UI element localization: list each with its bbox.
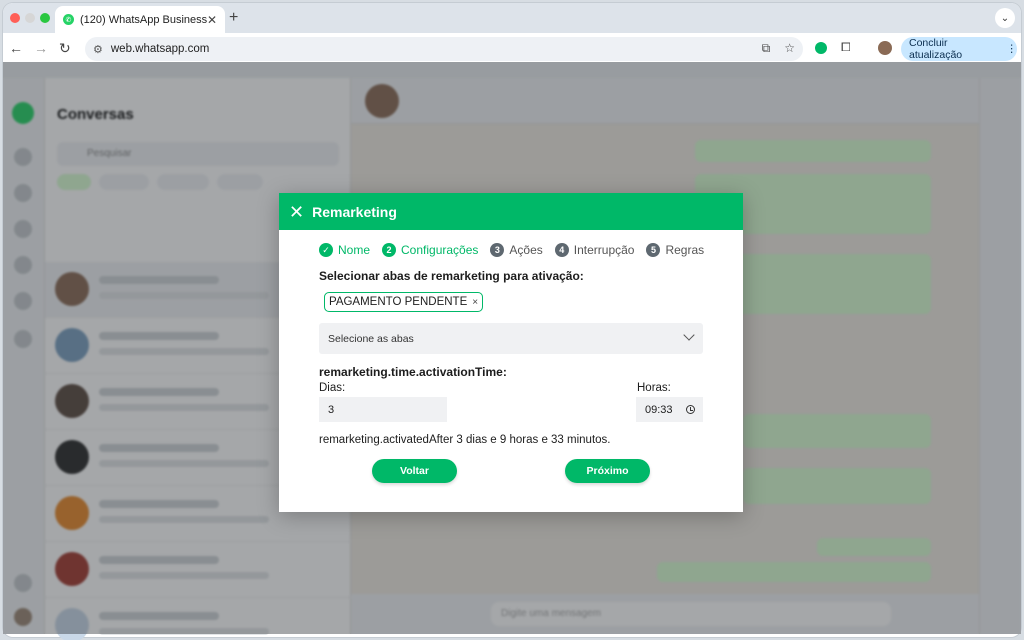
close-icon[interactable]: ✕: [289, 203, 304, 221]
step-nome[interactable]: ✓ Nome: [319, 243, 370, 257]
update-button-label: Concluir atualização: [909, 37, 963, 61]
stepper: ✓ Nome 2 Configurações 3 Ações 4 Interru…: [319, 243, 716, 257]
remove-tag-icon[interactable]: ×: [472, 297, 478, 308]
update-chrome-button[interactable]: Concluir atualização ⋮: [901, 37, 1017, 61]
step-number: 2: [382, 243, 397, 257]
forward-arrow-icon[interactable]: →: [34, 40, 48, 56]
modal-header: ✕ Remarketing: [279, 193, 743, 230]
step-number: 3: [490, 243, 505, 257]
step-label: Nome: [338, 243, 371, 257]
step-acoes[interactable]: 3 Ações: [490, 243, 543, 257]
url-omnibox[interactable]: ⚙ web.whatsapp.com ⧉ ☆: [85, 37, 803, 61]
step-number: 4: [554, 243, 569, 257]
days-input[interactable]: 3: [319, 397, 447, 422]
url-text: web.whatsapp.com: [110, 43, 210, 55]
address-bar-row: ← → ↻ ⚙ web.whatsapp.com ⧉ ☆ ⧠ Concluir …: [3, 33, 1021, 65]
bookmark-star-icon[interactable]: ☆: [784, 41, 795, 56]
extensions-puzzle-icon[interactable]: ⧠: [841, 40, 851, 55]
days-value: 3: [328, 403, 335, 416]
minimize-window-button[interactable]: [25, 13, 35, 23]
reload-icon[interactable]: ↻: [59, 40, 71, 57]
tag-label: PAGAMENTO PENDENTE: [329, 296, 468, 308]
new-tab-icon[interactable]: +: [229, 9, 238, 27]
selected-tab-tag: PAGAMENTO PENDENTE ×: [324, 292, 484, 312]
hours-time-input[interactable]: 09:33: [636, 397, 703, 422]
step-configuracoes[interactable]: 2 Configurações: [382, 243, 478, 257]
tab-search-chevron-icon[interactable]: ⌄: [995, 8, 1015, 28]
days-label: Dias:: [319, 382, 346, 394]
activation-time-label: remarketing.time.activationTime:: [319, 365, 507, 379]
maximize-window-button[interactable]: [40, 13, 50, 23]
select-placeholder: Selecione as abas: [328, 332, 414, 345]
more-menu-icon[interactable]: ⋮: [1007, 43, 1018, 55]
next-button[interactable]: Próximo: [565, 459, 650, 483]
profile-avatar[interactable]: [878, 41, 892, 55]
activation-summary: remarketing.activatedAfter 3 dias e 9 ho…: [319, 434, 611, 446]
browser-tab[interactable]: ✆ (120) WhatsApp Business ✕: [55, 6, 225, 33]
step-number: 5: [646, 243, 661, 257]
check-icon: ✓: [319, 243, 333, 257]
remarketing-modal: ✕ Remarketing ✓ Nome 2 Configurações 3 A…: [279, 193, 743, 512]
whatsapp-favicon-icon: ✆: [63, 14, 74, 25]
back-button[interactable]: Voltar: [372, 459, 457, 483]
tab-title: (120) WhatsApp Business: [80, 13, 207, 26]
chevron-down-icon: [683, 329, 695, 341]
tabs-select[interactable]: Selecione as abas: [319, 323, 703, 354]
step-regras[interactable]: 5 Regras: [646, 243, 704, 257]
clock-icon[interactable]: [686, 405, 695, 414]
tab-bar: ✆ (120) WhatsApp Business ✕ + ⌄: [3, 3, 1021, 33]
close-window-button[interactable]: [10, 13, 20, 23]
step-label: Ações: [509, 243, 543, 257]
hours-label: Horas:: [637, 382, 671, 394]
site-settings-icon[interactable]: ⚙: [93, 43, 103, 56]
close-tab-icon[interactable]: ✕: [207, 13, 217, 27]
tabs-section-label: Selecionar abas de remarketing para ativ…: [319, 269, 584, 283]
step-label: Configurações: [401, 243, 479, 257]
step-interrupcao[interactable]: 4 Interrupção: [554, 243, 635, 257]
step-label: Interrupção: [573, 243, 635, 257]
back-arrow-icon[interactable]: ←: [9, 40, 23, 56]
modal-title: Remarketing: [312, 203, 397, 220]
cast-icon[interactable]: ⧉: [762, 41, 771, 56]
whatsapp-extension-icon[interactable]: [815, 42, 827, 54]
step-label: Regras: [665, 243, 705, 257]
hours-value: 09:33: [645, 403, 673, 416]
